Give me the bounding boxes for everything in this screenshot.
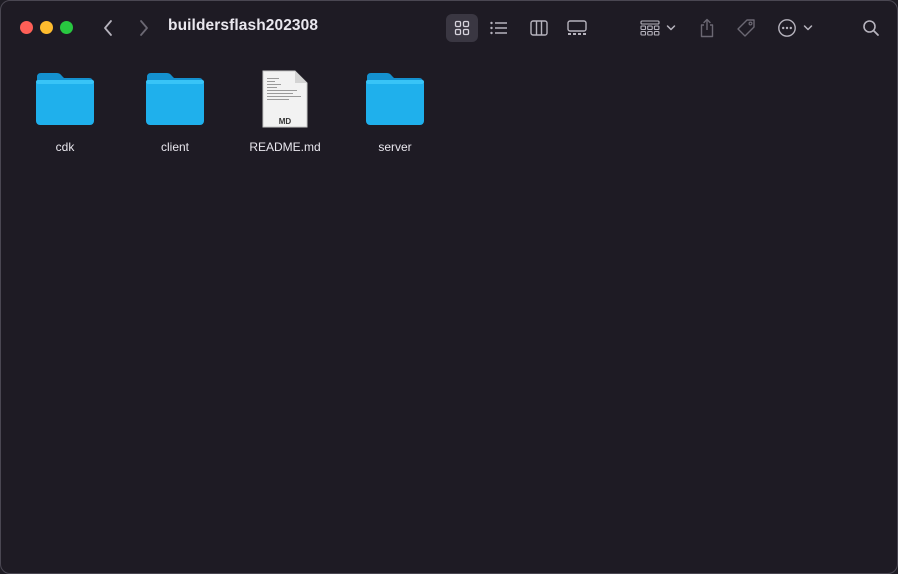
folder-icon [146, 73, 204, 125]
icon-view-icon [454, 20, 470, 36]
column-view-button[interactable] [524, 14, 554, 42]
chevron-down-icon [803, 25, 813, 31]
file-item-client[interactable]: client [125, 69, 225, 159]
gallery-view-icon [567, 20, 587, 35]
tag-icon [737, 19, 755, 37]
file-item-readme[interactable]: MD README.md [235, 69, 335, 159]
list-view-button[interactable] [484, 14, 514, 42]
group-icon [640, 20, 660, 36]
more-button[interactable] [774, 14, 816, 42]
share-icon [700, 18, 714, 38]
tag-button[interactable] [732, 14, 760, 42]
chevron-down-icon [666, 25, 676, 31]
finder-window: buildersflash202308 cdk client MD README… [0, 0, 898, 574]
file-item-cdk[interactable]: cdk [15, 69, 115, 159]
group-button[interactable] [637, 14, 679, 42]
minimize-button[interactable] [40, 21, 53, 34]
chevron-right-icon [140, 20, 148, 36]
close-button[interactable] [20, 21, 33, 34]
file-type-badge: MD [278, 117, 292, 126]
icon-view-button[interactable] [446, 14, 478, 42]
gallery-view-button[interactable] [562, 14, 592, 42]
chevron-left-icon [104, 20, 112, 36]
folder-icon [366, 73, 424, 125]
search-icon [863, 20, 879, 36]
column-view-icon [530, 20, 548, 36]
more-icon [778, 19, 796, 37]
file-name: README.md [249, 140, 321, 154]
file-grid: cdk client MD README.md server [1, 55, 897, 573]
file-name: client [160, 140, 189, 154]
window-title: buildersflash202308 [168, 17, 319, 34]
list-view-icon [490, 21, 507, 35]
zoom-button[interactable] [60, 21, 73, 34]
search-button[interactable] [858, 14, 884, 42]
file-item-server[interactable]: server [345, 69, 445, 159]
toolbar: buildersflash202308 [1, 1, 897, 55]
document-icon: MD [262, 70, 308, 128]
forward-button[interactable] [131, 15, 157, 41]
share-button[interactable] [694, 14, 720, 42]
document-preview-lines [267, 78, 301, 102]
folder-icon [36, 73, 94, 125]
back-button[interactable] [95, 15, 121, 41]
file-name: cdk [55, 140, 75, 154]
file-name: server [378, 140, 412, 154]
